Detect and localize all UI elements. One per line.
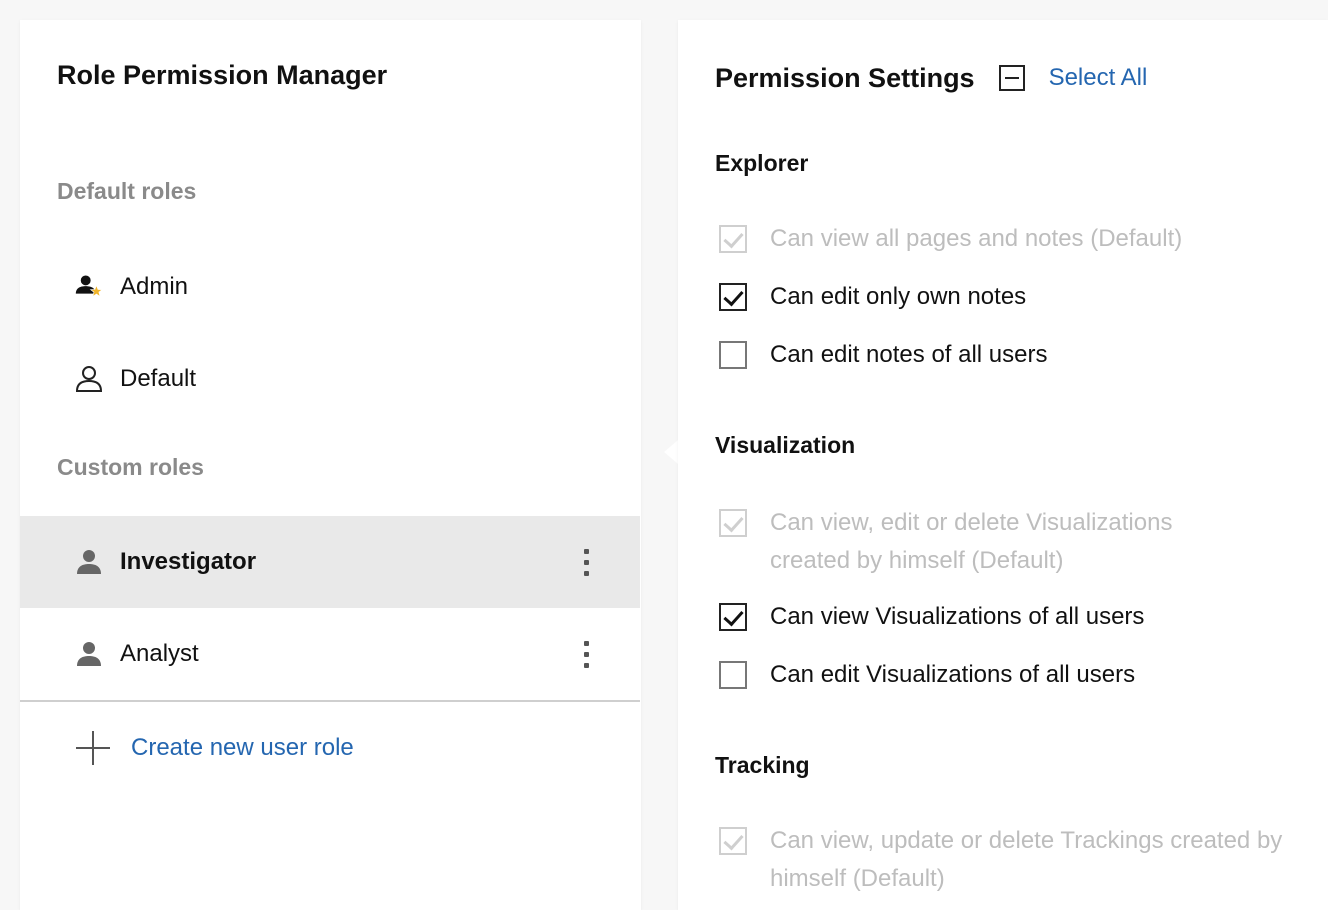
- role-list-panel: Role Permission Manager Default roles Ad…: [20, 20, 641, 910]
- role-label: Investigator: [120, 548, 257, 575]
- role-item-analyst[interactable]: Analyst: [20, 608, 640, 700]
- panel-title: Permission Settings: [715, 62, 975, 93]
- custom-roles-heading: Custom roles: [57, 454, 204, 480]
- panel-title: Role Permission Manager: [57, 60, 388, 90]
- permission-label: Can edit Visualizations of all users: [770, 661, 1136, 688]
- group-title-visualization: Visualization: [715, 432, 856, 458]
- permission-item[interactable]: Can edit Visualizations of all users: [719, 656, 1310, 694]
- permission-label: Can edit notes of all users: [770, 341, 1048, 368]
- permission-label: Can edit only own notes: [770, 283, 1027, 310]
- role-label: Analyst: [120, 640, 199, 667]
- divider: [20, 700, 640, 702]
- role-item-default[interactable]: Default: [20, 333, 640, 425]
- permission-checkbox[interactable]: [719, 283, 747, 311]
- user-outline-icon: [75, 365, 103, 393]
- permission-checkbox[interactable]: [719, 603, 747, 631]
- group-title-tracking: Tracking: [715, 752, 810, 778]
- selection-pointer: [664, 440, 678, 464]
- permission-item[interactable]: Can edit only own notes: [719, 278, 1310, 316]
- more-options-icon[interactable]: [572, 634, 600, 674]
- select-all-link[interactable]: Select All: [1049, 64, 1148, 92]
- permission-header: Permission Settings Select All: [715, 60, 1147, 96]
- permission-checkbox: [719, 225, 747, 253]
- group-title-explorer: Explorer: [715, 150, 809, 176]
- more-options-icon[interactable]: [572, 542, 600, 582]
- permission-item: Can view, edit or delete Visualizations …: [719, 504, 1240, 580]
- role-item-investigator[interactable]: Investigator: [20, 516, 640, 608]
- permission-item[interactable]: Can view Visualizations of all users: [719, 598, 1310, 636]
- permission-checkbox: [719, 509, 747, 537]
- permission-label: Can view, edit or delete Visualizations …: [770, 509, 1173, 574]
- permission-checkbox[interactable]: [719, 341, 747, 369]
- admin-user-star-icon: [75, 273, 103, 301]
- create-role-button[interactable]: Create new user role: [75, 728, 354, 768]
- permission-label: Can view Visualizations of all users: [770, 603, 1145, 630]
- permission-checkbox: [719, 827, 747, 855]
- user-icon: [75, 548, 103, 576]
- role-label: Admin: [120, 273, 189, 300]
- role-label: Default: [120, 365, 197, 392]
- permission-checkbox[interactable]: [719, 661, 747, 689]
- indeterminate-checkbox[interactable]: [998, 65, 1025, 91]
- create-role-label: Create new user role: [131, 734, 354, 761]
- plus-icon: [75, 730, 111, 766]
- permission-item: Can view all pages and notes (Default): [719, 220, 1310, 258]
- permission-label: Can view all pages and notes (Default): [770, 225, 1183, 252]
- role-item-admin[interactable]: Admin: [20, 241, 640, 333]
- permission-item[interactable]: Can edit notes of all users: [719, 336, 1310, 374]
- permission-settings-panel: Permission Settings Select All Explorer …: [678, 20, 1328, 910]
- permission-label: Can view, update or delete Trackings cre…: [770, 827, 1283, 892]
- default-roles-heading: Default roles: [57, 178, 197, 204]
- user-icon: [75, 640, 103, 668]
- permission-item: Can view, update or delete Trackings cre…: [719, 822, 1310, 898]
